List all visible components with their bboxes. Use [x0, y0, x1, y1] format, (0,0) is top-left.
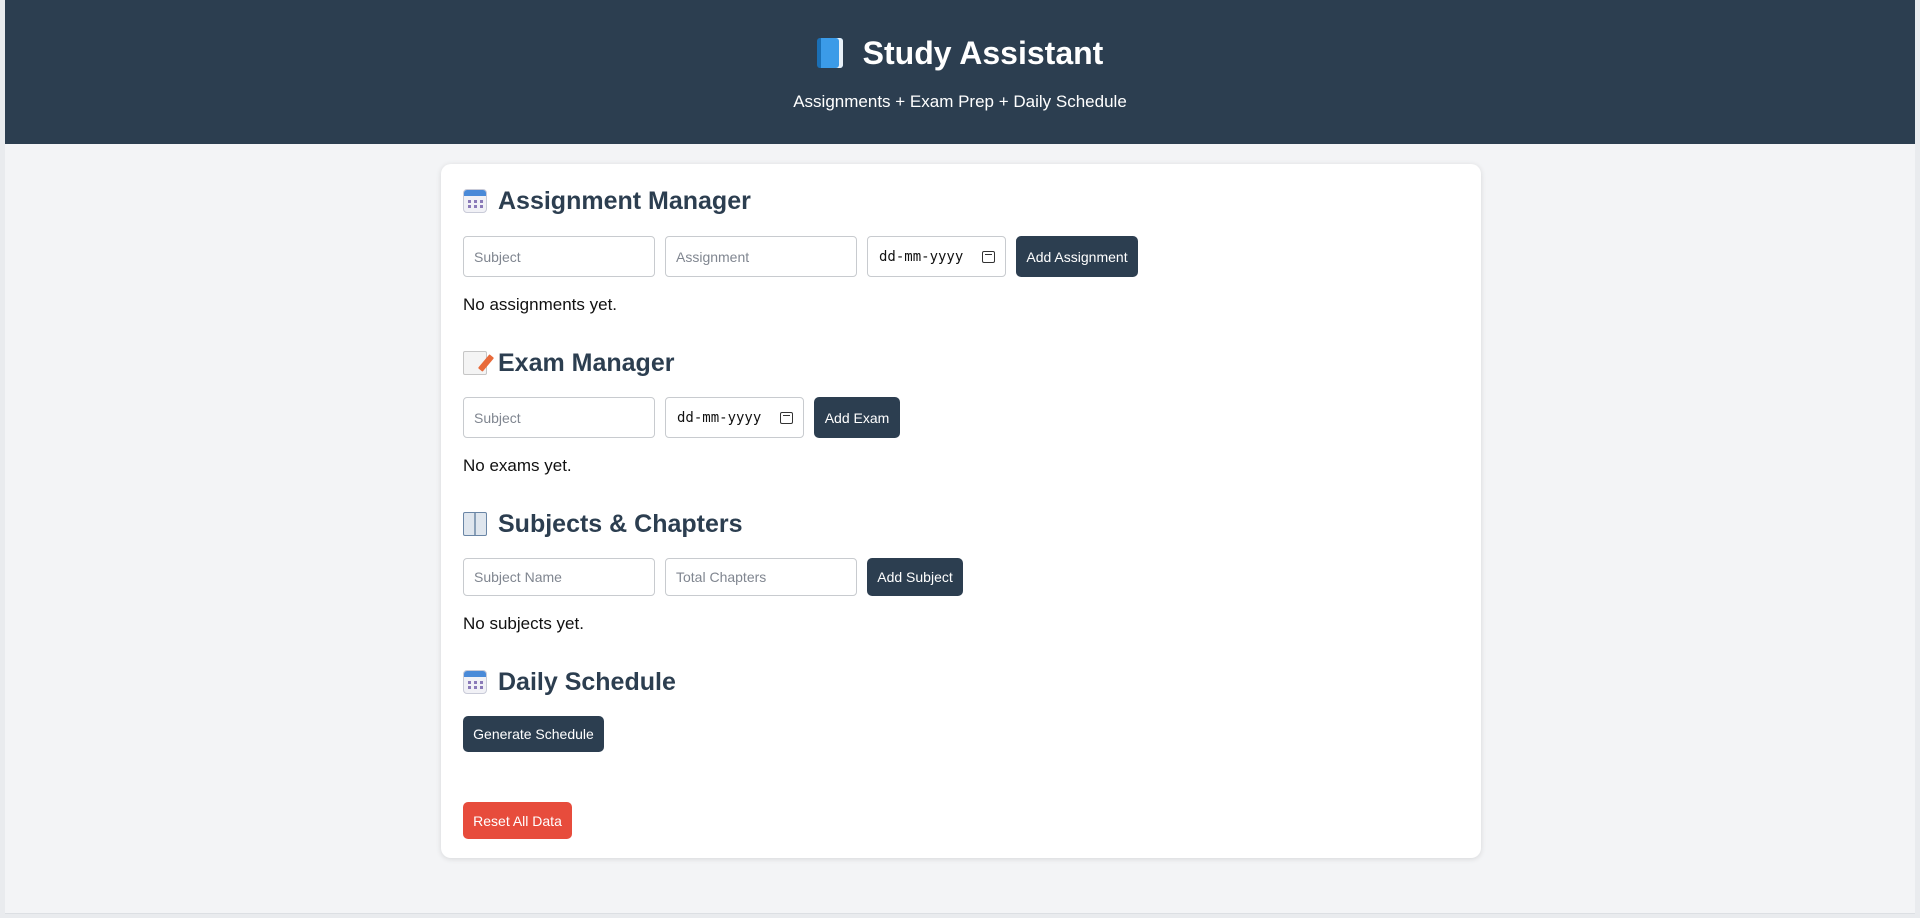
assignments-empty-text: No assignments yet. [463, 295, 618, 314]
app-title-text: Study Assistant [862, 35, 1104, 71]
exams-empty-text: No exams yet. [463, 456, 572, 475]
exam-form: dd-mm-yyyy Add Exam [463, 397, 900, 438]
exam-date-placeholder: dd-mm-yyyy [677, 409, 762, 426]
app-subtitle: Assignments + Exam Prep + Daily Schedule [793, 92, 1127, 111]
app-title: Study Assistant [5, 34, 1915, 72]
open-book-icon [463, 512, 487, 536]
reset-all-data-button[interactable]: Reset All Data [463, 802, 572, 839]
calendar-icon [463, 189, 487, 213]
subject-form: Add Subject [463, 558, 963, 596]
add-subject-button[interactable]: Add Subject [867, 558, 963, 596]
exam-subject-input[interactable] [463, 397, 655, 438]
subjects-empty-text: No subjects yet. [463, 614, 584, 633]
subject-name-input[interactable] [463, 558, 655, 596]
main-card: Assignment Manager dd-mm-yyyy Add Assign… [441, 164, 1481, 858]
blue-book-icon [816, 38, 843, 68]
daily-schedule-heading: Daily Schedule [463, 667, 676, 697]
total-chapters-input[interactable] [665, 558, 857, 596]
reset-actions: Reset All Data [463, 802, 572, 839]
subjects-title: Subjects & Chapters [498, 510, 743, 538]
app-frame: Study Assistant Assignments + Exam Prep … [5, 0, 1915, 914]
assignment-name-input[interactable] [665, 236, 857, 277]
exam-manager-title: Exam Manager [498, 349, 675, 377]
memo-icon [463, 351, 487, 375]
exam-date-input[interactable]: dd-mm-yyyy [665, 397, 804, 438]
assignment-manager-heading: Assignment Manager [463, 186, 751, 216]
app-header: Study Assistant Assignments + Exam Prep … [5, 0, 1915, 144]
assignment-subject-input[interactable] [463, 236, 655, 277]
subjects-heading: Subjects & Chapters [463, 509, 743, 539]
assignment-date-placeholder: dd-mm-yyyy [879, 248, 964, 265]
generate-schedule-button[interactable]: Generate Schedule [463, 716, 604, 752]
calendar-icon [463, 670, 487, 694]
schedule-actions: Generate Schedule [463, 716, 604, 752]
assignment-manager-title: Assignment Manager [498, 187, 751, 215]
assignment-form: dd-mm-yyyy Add Assignment [463, 236, 1138, 277]
calendar-picker-icon[interactable] [780, 411, 793, 424]
assignment-date-input[interactable]: dd-mm-yyyy [867, 236, 1006, 277]
exam-manager-heading: Exam Manager [463, 348, 674, 378]
daily-schedule-title: Daily Schedule [498, 668, 676, 696]
add-exam-button[interactable]: Add Exam [814, 397, 900, 438]
add-assignment-button[interactable]: Add Assignment [1016, 236, 1138, 277]
calendar-picker-icon[interactable] [982, 250, 995, 263]
